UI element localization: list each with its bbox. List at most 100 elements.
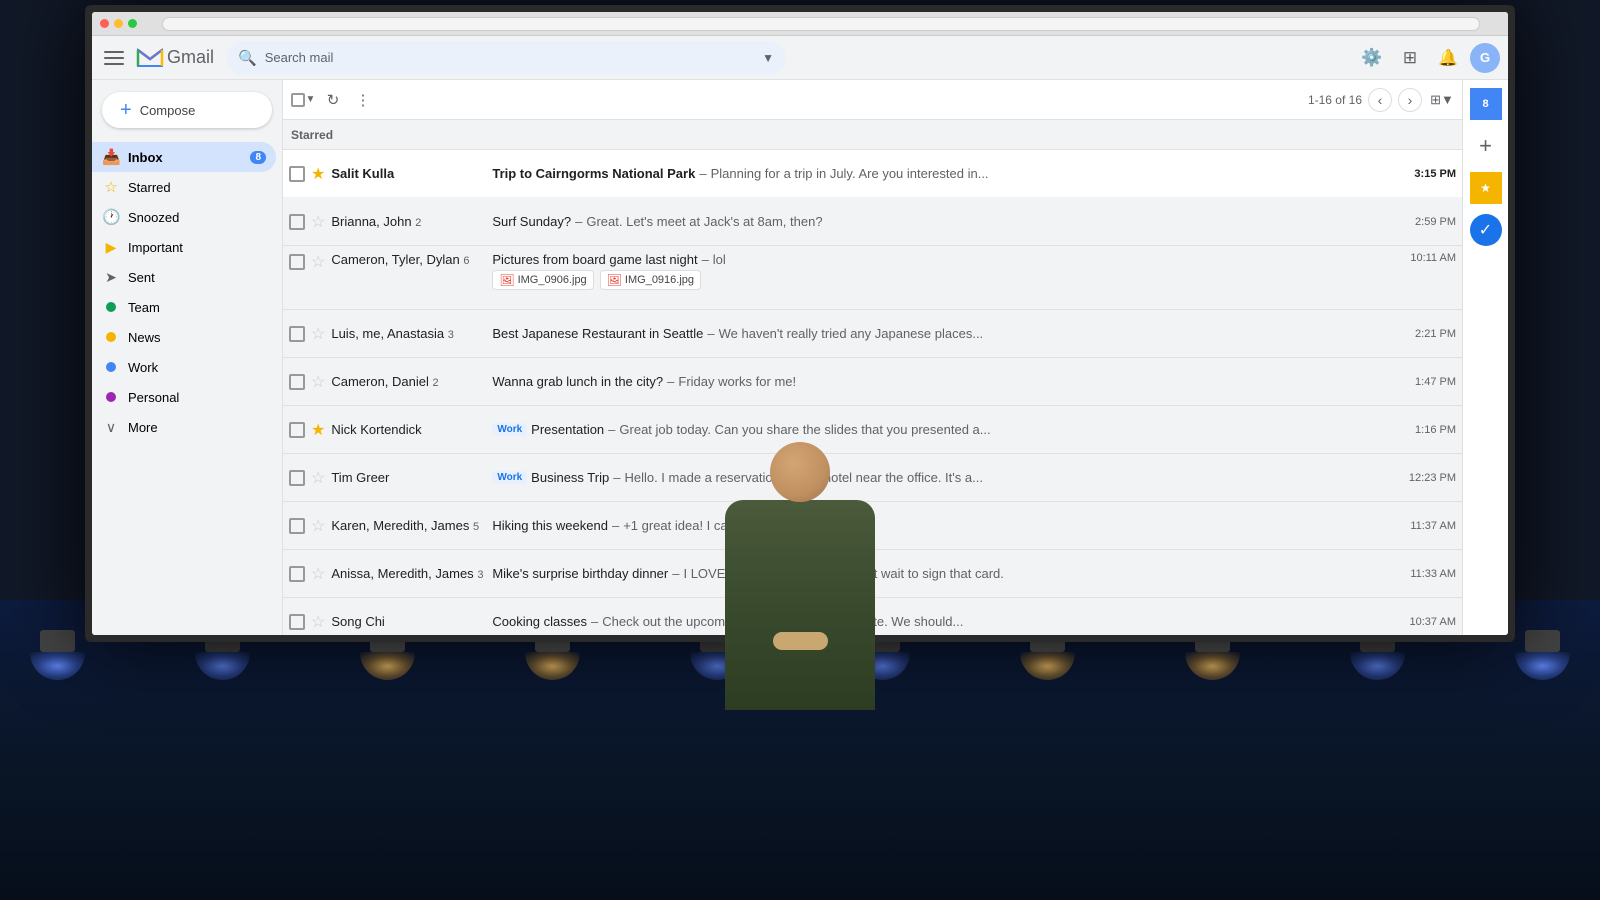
email-checkbox-3[interactable]: [289, 254, 305, 270]
next-page-button[interactable]: ›: [1398, 88, 1422, 112]
work-label: Work: [128, 360, 158, 375]
email-content-4: Best Japanese Restaurant in Seattle – We…: [486, 326, 1401, 341]
settings-icon[interactable]: ⚙️: [1356, 42, 1388, 74]
email-star-6[interactable]: ★: [311, 420, 325, 440]
email-checkbox-1[interactable]: [289, 166, 305, 182]
sidebar-item-personal[interactable]: Personal: [92, 382, 276, 412]
starred-label: Starred: [128, 180, 171, 195]
attachment-name-1: IMG_0906.jpg: [518, 274, 587, 286]
search-dropdown-icon[interactable]: ▼: [762, 51, 774, 65]
notification-icon[interactable]: 🔔: [1432, 42, 1464, 74]
stage-light-1: [30, 630, 85, 680]
email-preview-1: Planning for a trip in July. Are you int…: [711, 166, 1395, 181]
email-subject-9: Mike's surprise birthday dinner: [492, 566, 668, 581]
email-time-4: 2:21 PM: [1401, 328, 1456, 340]
apps-grid-icon[interactable]: ⊞: [1394, 42, 1426, 74]
email-subject-7: Business Trip: [531, 470, 609, 485]
email-preview-4: We haven't really tried any Japanese pla…: [719, 326, 1395, 341]
email-checkbox-9[interactable]: [289, 566, 305, 582]
email-sender-9: Anissa, Meredith, James 3: [331, 566, 486, 581]
hamburger-icon[interactable]: [100, 44, 128, 72]
email-content-1: Trip to Cairngorms National Park – Plann…: [486, 166, 1401, 181]
attachment-name-2: IMG_0916.jpg: [625, 274, 694, 286]
email-time-1: 3:15 PM: [1401, 168, 1456, 180]
email-time-9: 11:33 AM: [1401, 568, 1456, 580]
more-options-button[interactable]: ⋮: [349, 86, 377, 114]
email-sender-2: Brianna, John 2: [331, 214, 486, 229]
dot-red: [100, 19, 109, 28]
sidebar-item-inbox[interactable]: 📥 Inbox 8: [92, 142, 276, 172]
right-panel-check-circle[interactable]: ✓: [1470, 214, 1502, 246]
email-star-10[interactable]: ☆: [311, 612, 325, 632]
email-star-1[interactable]: ★: [311, 164, 325, 184]
email-content-10: Cooking classes – Check out the upcoming…: [486, 614, 1401, 629]
attachment-chip-1[interactable]: 🖼 IMG_0906.jpg: [492, 270, 593, 290]
email-row-5[interactable]: ☆ Cameron, Daniel 2 Wanna grab lunch in …: [283, 358, 1462, 406]
email-subject-2: Surf Sunday?: [492, 214, 571, 229]
email-checkbox-6[interactable]: [289, 422, 305, 438]
sidebar-item-starred[interactable]: ☆ Starred: [92, 172, 276, 202]
refresh-button[interactable]: ↻: [319, 86, 347, 114]
email-checkbox-10[interactable]: [289, 614, 305, 630]
sidebar-item-sent[interactable]: ➤ Sent: [92, 262, 276, 292]
email-star-4[interactable]: ☆: [311, 324, 325, 344]
inbox-label: Inbox: [128, 150, 242, 165]
email-time-8: 11:37 AM: [1401, 520, 1456, 532]
personal-label: Personal: [128, 390, 179, 405]
snoozed-icon: 🕐: [102, 208, 120, 226]
avatar[interactable]: G: [1470, 43, 1500, 73]
attachment-chip-2[interactable]: 🖼 IMG_0916.jpg: [600, 270, 701, 290]
sidebar-item-snoozed[interactable]: 🕐 Snoozed: [92, 202, 276, 232]
email-star-7[interactable]: ☆: [311, 468, 325, 488]
search-bar[interactable]: 🔍 Search mail ▼: [226, 41, 786, 75]
email-checkbox-2[interactable]: [289, 214, 305, 230]
important-label: Important: [128, 240, 183, 255]
url-bar: [162, 17, 1480, 31]
sidebar-item-more[interactable]: ∨ More: [92, 412, 276, 442]
email-star-9[interactable]: ☆: [311, 564, 325, 584]
email-checkbox-8[interactable]: [289, 518, 305, 534]
email-star-3[interactable]: ☆: [311, 252, 325, 272]
img-chip-icon-2: 🖼: [607, 273, 622, 287]
email-star-2[interactable]: ☆: [311, 212, 325, 232]
dot-yellow: [114, 19, 123, 28]
email-row-1[interactable]: ★ Salit Kulla Trip to Cairngorms Nationa…: [283, 150, 1462, 198]
starred-section-header: Starred: [283, 120, 1462, 150]
email-checkbox-5[interactable]: [289, 374, 305, 390]
more-chevron-icon: ∨: [102, 419, 120, 436]
select-all-checkbox[interactable]: ▼: [289, 86, 317, 114]
email-checkbox-7[interactable]: [289, 470, 305, 486]
email-subject-10: Cooking classes: [492, 614, 587, 629]
email-star-5[interactable]: ☆: [311, 372, 325, 392]
view-options-button[interactable]: ⊞▼: [1428, 86, 1456, 114]
email-sender-3: Cameron, Tyler, Dylan 6: [331, 252, 486, 267]
sidebar-item-important[interactable]: ▶ Important: [92, 232, 276, 262]
sidebar-item-team[interactable]: Team: [92, 292, 276, 322]
email-content-2: Surf Sunday? – Great. Let's meet at Jack…: [486, 214, 1401, 229]
email-star-8[interactable]: ☆: [311, 516, 325, 536]
prev-page-button[interactable]: ‹: [1368, 88, 1392, 112]
page-count: 1-16 of 16: [1308, 93, 1362, 107]
email-preview-5: Friday works for me!: [678, 374, 1395, 389]
starred-icon: ☆: [102, 178, 120, 196]
email-row-2[interactable]: ☆ Brianna, John 2 Surf Sunday? – Great. …: [283, 198, 1462, 246]
email-row-3[interactable]: ☆ Cameron, Tyler, Dylan 6 Pictures from …: [283, 246, 1462, 310]
sidebar-item-news[interactable]: News: [92, 322, 276, 352]
email-time-3: 10:11 AM: [1401, 252, 1456, 264]
email-subject-4: Best Japanese Restaurant in Seattle: [492, 326, 703, 341]
email-checkbox-4[interactable]: [289, 326, 305, 342]
toolbar-right-info: 1-16 of 16 ‹ › ⊞▼: [1308, 86, 1456, 114]
presenter-hands: [773, 632, 828, 650]
search-placeholder-text: Search mail: [265, 50, 334, 65]
sidebar-item-work[interactable]: Work: [92, 352, 276, 382]
dot-green: [128, 19, 137, 28]
email-row-4[interactable]: ☆ Luis, me, Anastasia 3 Best Japanese Re…: [283, 310, 1462, 358]
email-subject-3: Pictures from board game last night: [492, 252, 697, 267]
work-label-chip-2: Work: [492, 471, 527, 484]
gmail-top-bar: Gmail 🔍 Search mail ▼ ⚙️ ⊞ 🔔 G: [92, 36, 1508, 80]
add-panel-button[interactable]: +: [1470, 130, 1502, 162]
inbox-icon: 📥: [102, 148, 120, 166]
compose-button[interactable]: + Compose: [102, 92, 272, 128]
email-content-9: Mike's surprise birthday dinner – I LOVE…: [486, 566, 1401, 581]
email-dash-1: –: [699, 166, 706, 181]
